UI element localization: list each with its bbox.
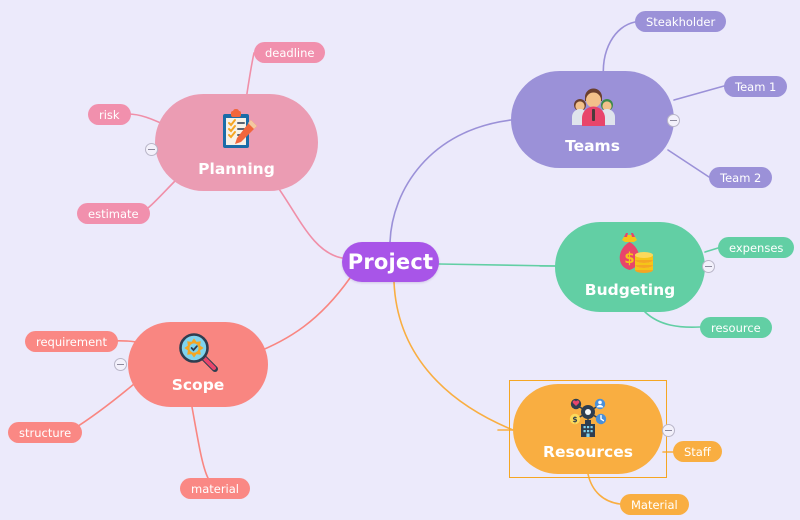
leaf-node-resource[interactable]: resource [700, 317, 772, 338]
leaf-node-material[interactable]: Material [620, 494, 689, 515]
edge-project-to-budgeting [438, 263, 556, 267]
edge-project-to-resources [393, 281, 514, 431]
edge-project-to-scope [249, 277, 351, 356]
leaf-node-structure[interactable]: structure [8, 422, 83, 443]
leaf-node-team-2[interactable]: Team 2 [709, 167, 773, 188]
branch-node-label: Planning [198, 159, 275, 178]
leaf-node-steakholder[interactable]: Steakholder [635, 11, 727, 32]
edge-budgeting-to-resource [644, 311, 701, 329]
branch-node-teams[interactable]: Teams [511, 71, 674, 168]
branch-node-label: Budgeting [584, 280, 676, 299]
mindmap-canvas[interactable]: Project Planning deadline risk estimate Team… [0, 0, 800, 520]
leaf-node-risk[interactable]: risk [88, 104, 131, 125]
clipboard-checklist-pencil-icon [213, 106, 261, 158]
branch-node-resources[interactable]: $ Resources [513, 384, 663, 474]
branch-node-budgeting[interactable]: $ Budgeting [555, 222, 705, 312]
svg-text:$: $ [572, 415, 577, 424]
edge-scope-to-structure [71, 383, 135, 431]
edge-scope-to-material [191, 406, 209, 479]
edge-project-to-teams [389, 119, 512, 243]
collapse-toggle-resources[interactable] [662, 424, 675, 437]
branch-node-label: Resources [543, 442, 633, 461]
collapse-toggle-scope[interactable] [114, 358, 127, 371]
money-bag-coins-icon: $ [606, 230, 654, 282]
branch-node-planning[interactable]: Planning [155, 94, 318, 191]
branch-node-label: Teams [565, 136, 620, 155]
central-node-label: Project [347, 249, 434, 274]
collapse-toggle-teams[interactable] [667, 114, 680, 127]
edge-teams-to-team1 [673, 85, 725, 101]
edge-teams-to-team2 [667, 149, 710, 178]
leaf-node-staff[interactable]: Staff [673, 441, 722, 462]
collapse-toggle-planning[interactable] [145, 143, 158, 156]
three-people-group-icon [569, 83, 617, 135]
collapse-toggle-budgeting[interactable] [702, 260, 715, 273]
leaf-node-material-scope[interactable]: material [180, 478, 250, 499]
edge-resources-to-material [587, 473, 621, 505]
branch-node-scope[interactable]: Scope [128, 322, 268, 407]
leaf-node-estimate[interactable]: estimate [77, 203, 150, 224]
svg-text:$: $ [624, 249, 634, 267]
resource-network-icon: $ [564, 392, 612, 444]
leaf-node-requirement[interactable]: requirement [25, 331, 118, 352]
leaf-node-deadline[interactable]: deadline [254, 42, 326, 63]
branch-node-label: Scope [171, 375, 225, 394]
magnifier-gear-check-icon [174, 328, 222, 380]
leaf-node-team-1[interactable]: Team 1 [724, 76, 788, 97]
leaf-node-expenses[interactable]: expenses [718, 237, 795, 258]
edge-budgeting-to-expenses [704, 247, 719, 253]
central-node-project[interactable]: Project [342, 242, 439, 282]
